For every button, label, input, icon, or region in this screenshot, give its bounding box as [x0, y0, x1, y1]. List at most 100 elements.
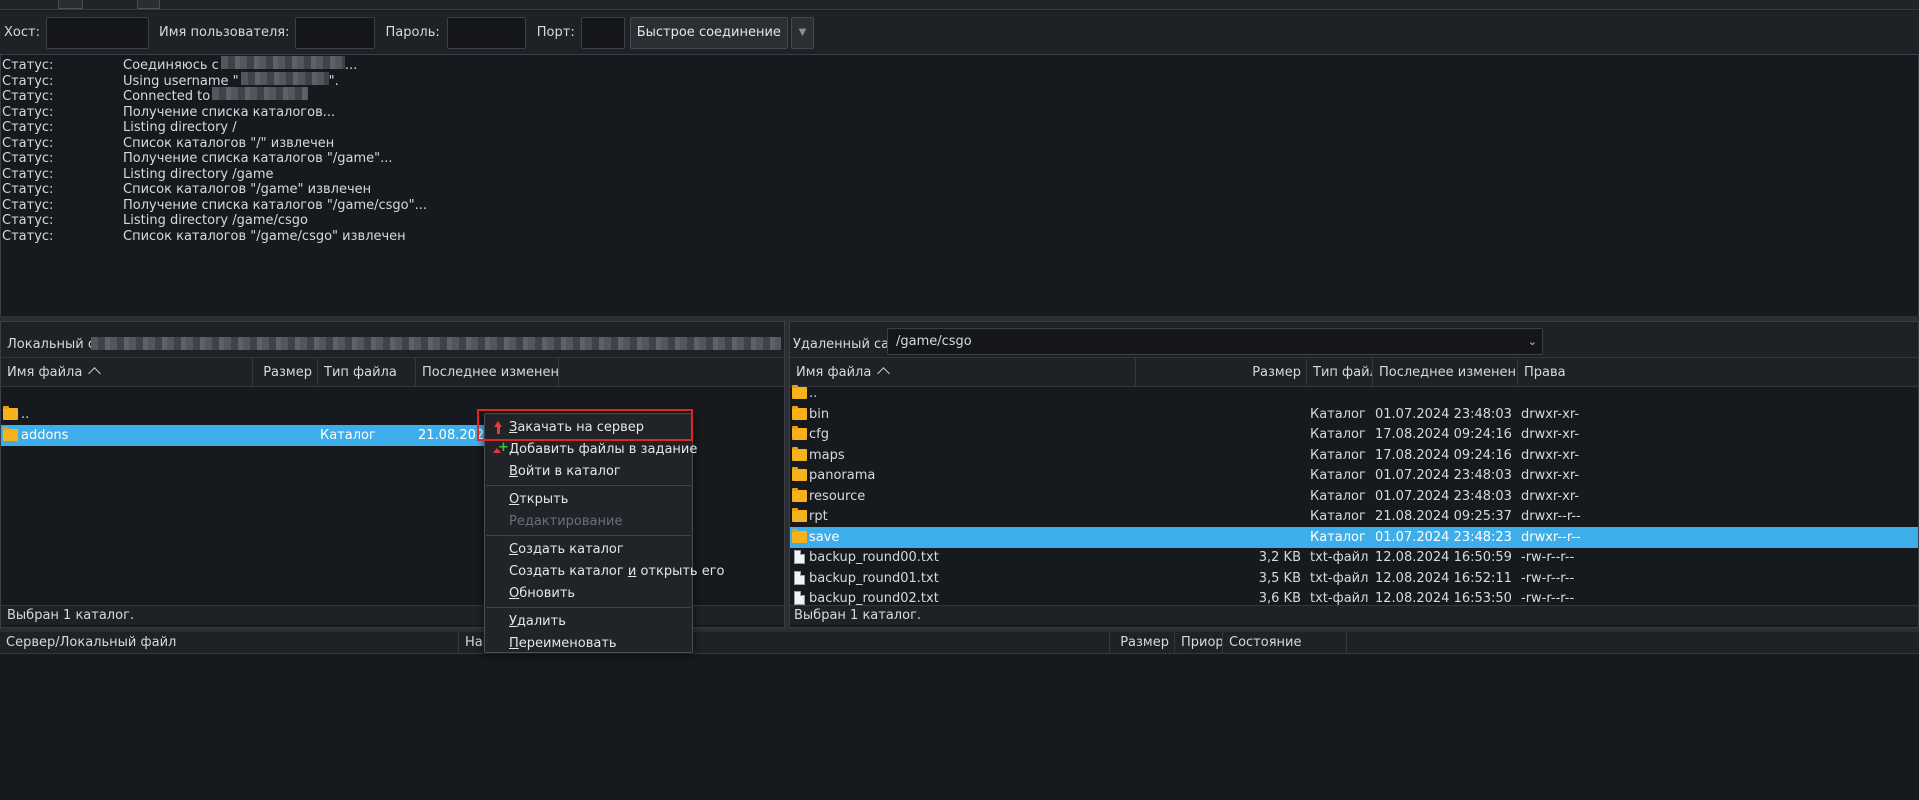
remote-file-perms: drwxr-xr-: [1521, 468, 1580, 483]
folder-icon: [3, 406, 18, 420]
menu-open-mnemonic: О: [509, 492, 520, 507]
remote-file-perms: -rw-r--r--: [1521, 550, 1575, 565]
quickconnect-history-dropdown[interactable]: ▼: [790, 16, 814, 49]
remote-file-modified: 21.08.2024 09:25:37: [1375, 509, 1512, 524]
menu-enter-directory[interactable]: Войти в каталог: [485, 461, 692, 483]
log-message-suffix: ...: [344, 58, 358, 73]
remote-file-row[interactable]: bin Каталог 01.07.2024 23:48:03 drwxr-xr-: [790, 404, 1918, 425]
redacted-text: [220, 56, 345, 69]
chevron-down-icon[interactable]: ⌄: [1528, 329, 1537, 354]
remote-file-perms: drwxr-xr-: [1521, 406, 1580, 422]
remote-file-row[interactable]: save Каталог 01.07.2024 23:48:23 drwxr--r--: [790, 526, 1918, 548]
password-label: Пароль:: [385, 25, 440, 40]
username-input[interactable]: [295, 16, 376, 49]
queue-column-header: Сервер/Локальный файл Нап Размер Приори …: [0, 632, 1919, 654]
toolbar-button-stub[interactable]: [58, 0, 83, 9]
remote-file-modified: 01.07.2024 23:48:03: [1375, 488, 1512, 504]
remote-file-type: Каталог: [1310, 529, 1366, 545]
local-file-name: ..: [21, 407, 30, 422]
remote-file-row[interactable]: cfg Каталог 17.08.2024 09:24:16 drwxr-xr-: [790, 424, 1918, 445]
local-file-row[interactable]: addons Каталог 21.08.2024: [1, 425, 559, 446]
menu-delete-label: далить: [516, 614, 566, 629]
remote-file-name: maps: [809, 447, 845, 463]
file-icon: [794, 570, 805, 585]
menu-add-to-queue[interactable]: Добавить файлы в задание: [485, 437, 697, 461]
remote-file-size: 3,2 KB: [1258, 550, 1301, 565]
menu-create-open-label: открыть его: [636, 564, 725, 579]
quickconnect-bar: Хост: Имя пользователя: Пароль: Порт: Бы…: [0, 11, 1919, 54]
queue-col-size[interactable]: Размер: [1110, 632, 1175, 654]
local-file-type: Каталог: [320, 428, 376, 443]
local-col-size[interactable]: Размер: [253, 358, 318, 387]
remote-file-type: txt-файл: [1310, 570, 1369, 586]
folder-icon: [792, 508, 807, 522]
menu-delete-mnemonic: У: [509, 614, 517, 629]
menu-delete[interactable]: Удалить: [485, 611, 692, 633]
password-input[interactable]: [446, 16, 526, 49]
host-input[interactable]: [45, 16, 149, 49]
file-icon: [794, 550, 805, 564]
sort-ascending-icon: [877, 367, 891, 380]
remote-file-name: backup_round01.txt: [809, 570, 939, 586]
log-message-suffix: ".: [328, 73, 339, 89]
remote-file-row[interactable]: backup_round01.txt 3,5 KB txt-файл 12.08.20…: [790, 568, 1918, 589]
remote-file-name: backup_round00.txt: [809, 550, 939, 565]
queue-col-state[interactable]: Состояние: [1223, 632, 1347, 654]
remote-file-row[interactable]: ..: [790, 383, 1918, 404]
remote-file-row[interactable]: backup_round00.txt 3,2 KB txt-файл 12.08.20…: [790, 547, 1918, 568]
remote-file-perms: drwxr--r--: [1521, 529, 1581, 545]
redacted-text: [212, 87, 309, 100]
menu-upload[interactable]: Закачать на сервер: [485, 417, 692, 439]
remote-file-row[interactable]: resource Каталог 01.07.2024 23:48:03 drwxr-…: [790, 486, 1918, 507]
queue-col-priority[interactable]: Приори: [1175, 632, 1223, 654]
remote-file-perms: drwxr-xr-: [1521, 447, 1580, 463]
menu-upload-label: акачать на сервер: [517, 420, 645, 435]
transfer-queue: Сервер/Локальный файл Нап Размер Приори …: [0, 632, 1919, 800]
local-col-modified[interactable]: Последнее изменение: [416, 358, 559, 387]
remote-file-perms: drwxr-xr-: [1521, 488, 1580, 504]
remote-file-modified: 12.08.2024 16:50:59: [1375, 550, 1512, 565]
menu-enter-mnemonic: В: [509, 464, 518, 479]
remote-file-perms: drwxr--r--: [1521, 509, 1581, 524]
remote-file-name: save: [809, 529, 840, 545]
menu-create-directory-open[interactable]: Создать каталог и открыть его: [485, 561, 725, 583]
menu-add-mnemonic: Д: [509, 442, 520, 457]
menu-open[interactable]: Открыть: [485, 489, 692, 511]
menu-refresh-label: бновить: [519, 586, 576, 601]
local-col-type[interactable]: Тип файла: [318, 358, 416, 387]
local-col-name-label: Имя файла: [7, 365, 83, 380]
port-input[interactable]: [580, 16, 625, 49]
remote-file-name: panorama: [809, 468, 876, 483]
remote-file-modified: 17.08.2024 09:24:16: [1375, 427, 1512, 442]
menu-refresh[interactable]: Обновить: [485, 583, 692, 605]
menu-create-mnemonic: С: [509, 542, 519, 557]
remote-file-row[interactable]: rpt Каталог 21.08.2024 09:25:37 drwxr--r--: [790, 506, 1918, 527]
menu-create-label: оздать каталог: [518, 542, 624, 557]
local-column-header: Имя файла Размер Тип файла Последнее изм…: [1, 357, 784, 387]
folder-icon: [792, 467, 807, 481]
menu-separator: [486, 485, 691, 486]
file-icon: [794, 591, 805, 605]
remote-file-row[interactable]: maps Каталог 17.08.2024 09:24:16 drwxr-xr-: [790, 445, 1918, 466]
menu-create-directory[interactable]: Создать каталог: [485, 539, 692, 561]
toolbar-button-stub[interactable]: [137, 0, 160, 9]
menu-separator: [486, 535, 691, 536]
remote-file-perms: -rw-r--r--: [1521, 570, 1575, 586]
remote-path-input[interactable]: /game/csgo ⌄: [887, 328, 1543, 355]
local-file-name: addons: [21, 428, 69, 443]
remote-file-modified: 01.07.2024 23:48:03: [1375, 468, 1512, 483]
remote-status: Выбран 1 каталог.: [790, 605, 1918, 625]
local-col-name[interactable]: Имя файла: [1, 358, 253, 387]
quickconnect-button[interactable]: Быстрое соединение: [629, 16, 788, 49]
menu-add-label: обавить файлы в задание: [519, 442, 698, 457]
remote-file-type: Каталог: [1310, 468, 1366, 483]
remote-file-type: Каталог: [1310, 509, 1366, 524]
remote-file-name: resource: [809, 488, 866, 504]
folder-icon: [792, 426, 807, 440]
menu-rename[interactable]: Переименовать: [485, 633, 692, 655]
remote-file-modified: 12.08.2024 16:52:11: [1375, 570, 1512, 586]
log-status-label: Статус:: [2, 228, 54, 244]
add-to-queue-icon: [493, 437, 509, 459]
remote-file-row[interactable]: panorama Каталог 01.07.2024 23:48:03 drwxr-…: [790, 465, 1918, 486]
queue-col-server[interactable]: Сервер/Локальный файл: [0, 632, 459, 654]
